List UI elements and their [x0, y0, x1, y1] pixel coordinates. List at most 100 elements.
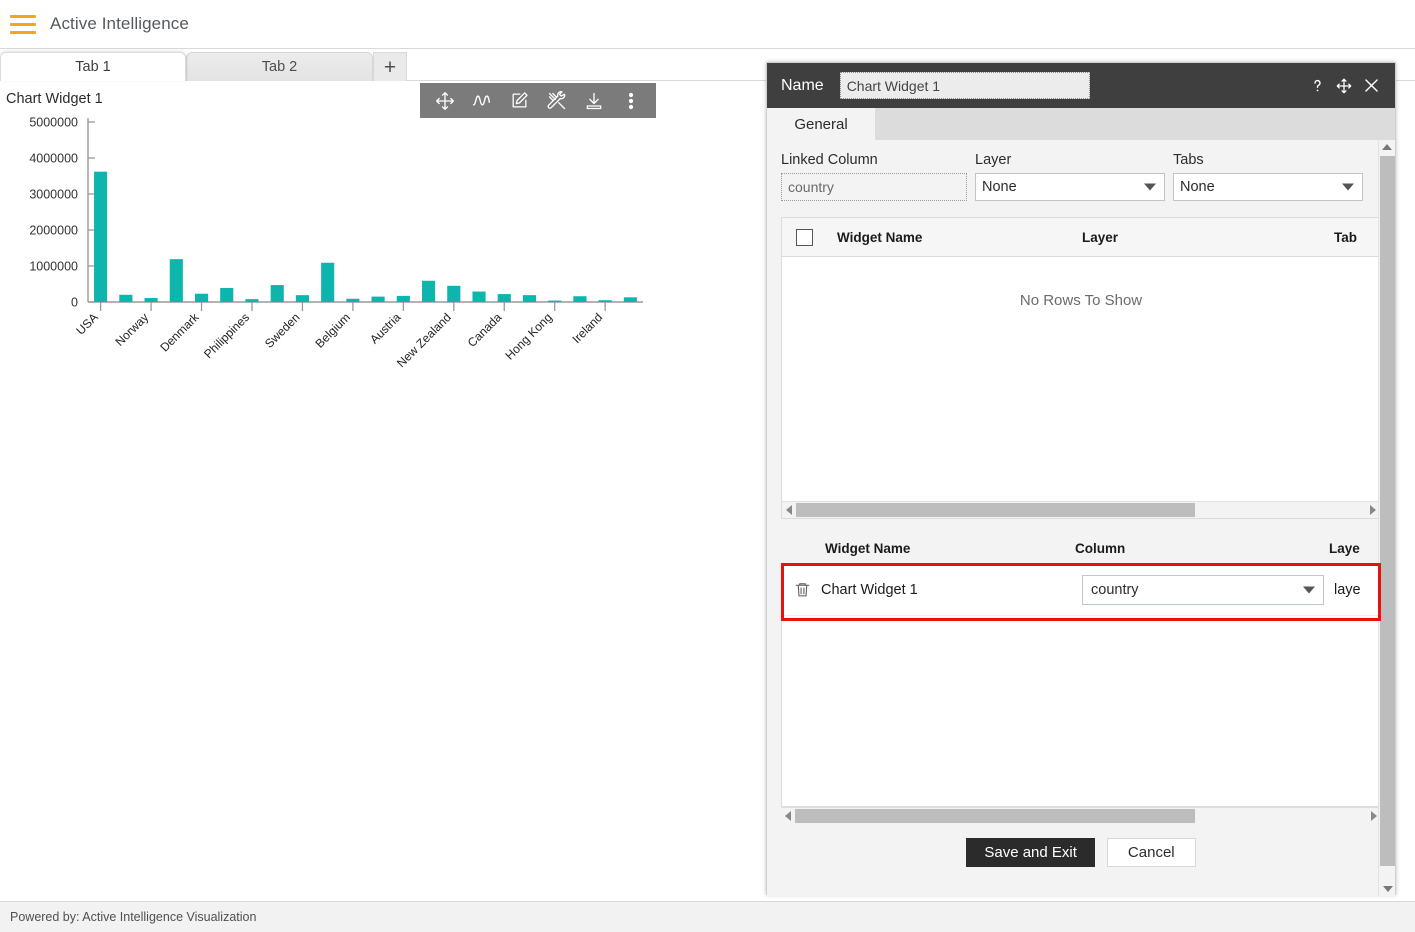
scroll-left-icon[interactable]: [782, 505, 796, 515]
tab-1[interactable]: Tab 1: [0, 52, 186, 81]
select-all-checkbox[interactable]: [796, 228, 813, 246]
save-and-exit-button[interactable]: Save and Exit: [966, 838, 1095, 867]
bar: [371, 296, 385, 302]
layer-label: Layer: [975, 152, 1012, 168]
scribble-icon[interactable]: [469, 88, 495, 114]
hamburger-icon[interactable]: [10, 14, 36, 34]
widget-title: Chart Widget 1: [6, 91, 103, 107]
settings-fields: Linked Column Layer None Tabs None: [767, 140, 1395, 201]
bar: [396, 295, 410, 302]
tab-2-label: Tab 2: [261, 59, 298, 75]
svg-text:Sweden: Sweden: [262, 310, 303, 351]
grid2-col-column[interactable]: Column: [1075, 541, 1125, 556]
bar: [220, 287, 234, 302]
table-row[interactable]: Chart Widget 1 country laye: [782, 564, 1380, 616]
bar: [598, 300, 612, 302]
row-widget-name: Chart Widget 1: [821, 581, 918, 598]
scroll-up-icon[interactable]: [1379, 140, 1395, 154]
download-icon[interactable]: [581, 88, 607, 114]
dialog-tab-bar: General: [767, 108, 1395, 140]
bar: [295, 295, 309, 302]
chevron-down-icon: [1144, 183, 1156, 191]
svg-text:0: 0: [71, 296, 78, 310]
widgets-grid-body: No Rows To Show: [782, 257, 1380, 501]
bar: [321, 262, 335, 302]
scroll-left-icon[interactable]: [781, 811, 795, 821]
cancel-button[interactable]: Cancel: [1106, 838, 1196, 867]
bar: [94, 171, 108, 302]
columns-grid-hscrollbar[interactable]: [781, 807, 1381, 824]
widgets-grid-header: Widget Name Layer Tab: [782, 218, 1380, 257]
dialog-vscrollbar[interactable]: [1378, 140, 1395, 896]
bar: [472, 291, 486, 302]
more-options-icon[interactable]: [618, 88, 644, 114]
layer-select-value: None: [982, 179, 1017, 195]
tools-icon[interactable]: [544, 88, 570, 114]
svg-text:Denmark: Denmark: [157, 310, 202, 355]
svg-text:New Zealand: New Zealand: [394, 310, 454, 370]
dialog-title-bar: Name: [767, 63, 1395, 108]
tabs-field: Tabs None: [1173, 152, 1363, 201]
hscroll-thumb[interactable]: [796, 502, 1195, 517]
bar: [144, 298, 158, 302]
bar: [522, 295, 537, 302]
dialog-button-bar: Save and Exit Cancel: [767, 838, 1395, 867]
tab-2[interactable]: Tab 2: [186, 52, 373, 81]
tab-general-label: General: [794, 115, 848, 133]
hscroll-track[interactable]: [795, 808, 1367, 825]
tabs-select[interactable]: None: [1173, 173, 1363, 201]
hscroll-track[interactable]: [796, 502, 1366, 519]
svg-text:1000000: 1000000: [29, 260, 78, 274]
layer-select[interactable]: None: [975, 173, 1165, 201]
plus-icon: +: [383, 55, 397, 79]
trash-icon[interactable]: [794, 580, 811, 599]
row-column-select[interactable]: country: [1082, 574, 1324, 605]
bar: [548, 300, 562, 302]
close-icon[interactable]: [1362, 76, 1381, 95]
move-icon[interactable]: [432, 88, 458, 114]
linked-column-label: Linked Column: [781, 152, 878, 168]
widgets-grid-hscrollbar[interactable]: [782, 501, 1380, 518]
app-title: Active Intelligence: [50, 14, 189, 33]
grid1-col-layer[interactable]: Layer: [1082, 230, 1118, 245]
bar: [497, 294, 511, 302]
svg-text:Norway: Norway: [113, 310, 152, 349]
linked-column-input[interactable]: [781, 173, 967, 201]
chevron-down-icon: [1303, 586, 1315, 593]
bar-chart-svg: 0 1000000 2000000 3000000 4000000 5000000 USA N…: [29, 116, 643, 370]
bar: [169, 259, 183, 302]
bar: [119, 294, 133, 302]
hscroll-thumb[interactable]: [795, 808, 1196, 823]
bar-chart: 0 1000000 2000000 3000000 4000000 5000000 USA N…: [0, 110, 700, 370]
vscroll-thumb[interactable]: [1380, 156, 1395, 866]
svg-text:Belgium: Belgium: [312, 310, 353, 351]
columns-grid-wrap: Chart Widget 1 country laye: [781, 563, 1381, 824]
row-layer-value: laye: [1334, 581, 1361, 598]
dialog-move-icon[interactable]: [1335, 77, 1353, 95]
svg-text:2000000: 2000000: [29, 224, 78, 238]
widget-toolbar: [420, 83, 656, 118]
app-header: Active Intelligence: [0, 0, 1415, 49]
scroll-down-icon[interactable]: [1379, 882, 1396, 896]
question-mark-icon[interactable]: [1309, 76, 1326, 95]
bar: [245, 299, 259, 302]
columns-grid-body: Chart Widget 1 country laye: [781, 563, 1381, 807]
grid1-col-widget-name[interactable]: Widget Name: [837, 230, 922, 245]
tab-1-label: Tab 1: [75, 59, 111, 75]
name-label: Name: [781, 76, 824, 94]
widget-name-input[interactable]: [839, 72, 1090, 99]
tabs-label: Tabs: [1173, 152, 1204, 168]
dialog-body: Linked Column Layer None Tabs None: [767, 140, 1395, 896]
grid2-col-layer[interactable]: Laye: [1329, 541, 1360, 556]
svg-text:4000000: 4000000: [29, 152, 78, 166]
edit-icon[interactable]: [506, 88, 532, 114]
grid1-col-tab[interactable]: Tab: [1334, 230, 1357, 245]
tabs-select-value: None: [1180, 179, 1215, 195]
svg-text:3000000: 3000000: [29, 188, 78, 202]
grid2-col-widget-name[interactable]: Widget Name: [825, 541, 910, 556]
page-footer: Powered by: Active Intelligence Visualiz…: [0, 901, 1415, 932]
add-tab-button[interactable]: +: [373, 52, 407, 81]
svg-text:Philippines: Philippines: [201, 310, 252, 361]
widget-settings-dialog: Name Chart Widget 1 General Linked Colum…: [766, 62, 1396, 896]
tab-general[interactable]: General: [767, 108, 875, 140]
